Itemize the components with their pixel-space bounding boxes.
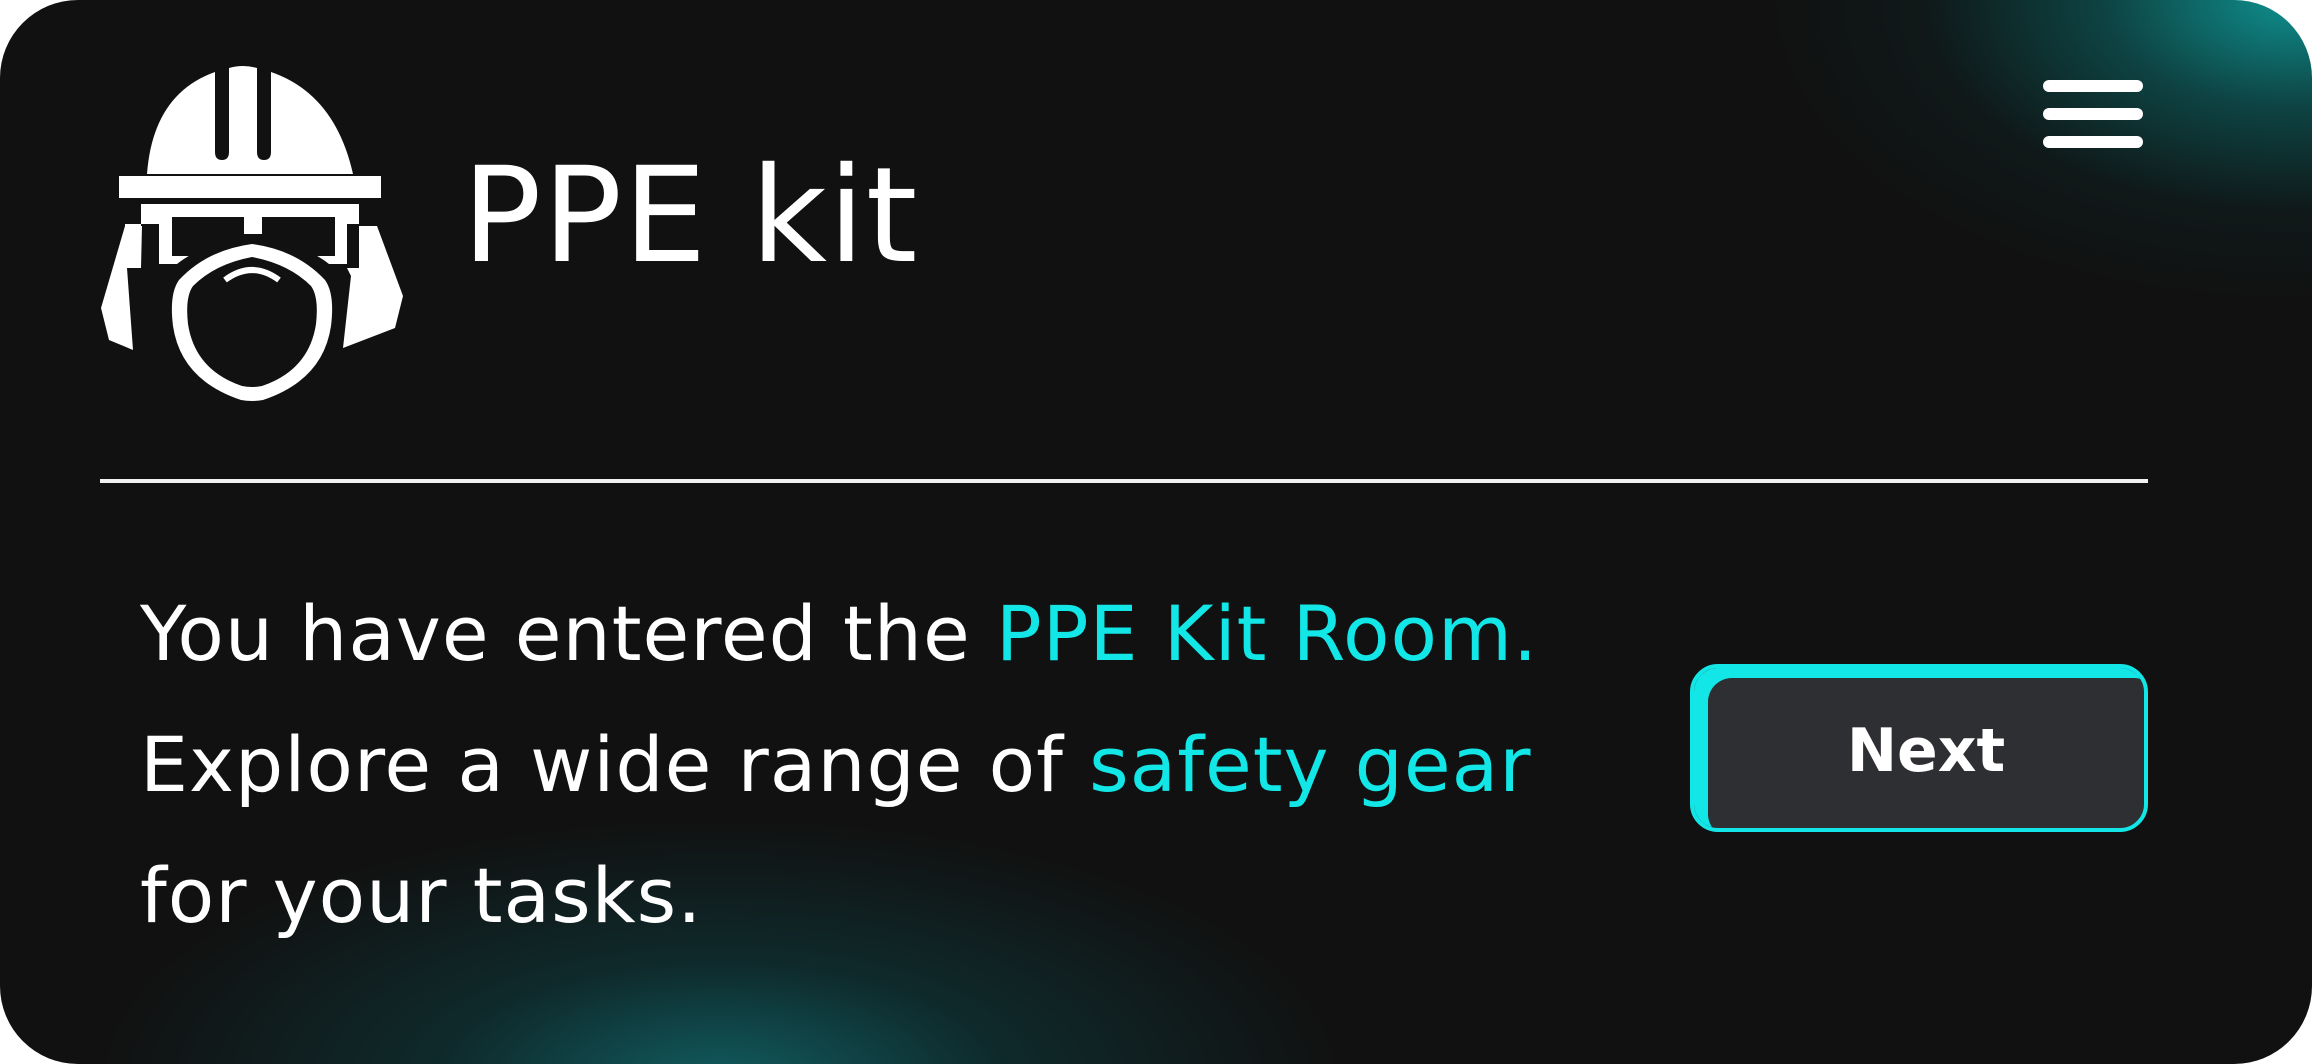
page-title: PPE kit bbox=[462, 139, 919, 293]
message-line-2: Explore a wide range of safety gear bbox=[140, 699, 1640, 830]
next-button[interactable]: Next bbox=[1690, 664, 2148, 832]
ppe-worker-icon bbox=[97, 64, 407, 404]
hamburger-menu-icon-bar bbox=[2043, 108, 2143, 120]
message-line-3: for your tasks. bbox=[140, 851, 703, 940]
ppe-kit-card: PPE kit You have entered the PPE Kit Roo… bbox=[0, 0, 2312, 1064]
message-text: You have entered the bbox=[140, 589, 996, 678]
message-highlight-room: PPE Kit Room. bbox=[995, 589, 1539, 678]
menu-button[interactable] bbox=[2038, 74, 2148, 154]
message-highlight-gear: safety gear bbox=[1089, 720, 1532, 809]
divider bbox=[100, 479, 2148, 483]
hamburger-menu-icon-bar bbox=[2043, 136, 2143, 148]
next-button-label: Next bbox=[1846, 716, 2006, 786]
message-line-1: You have entered the PPE Kit Room. bbox=[140, 568, 1640, 699]
message-text: Explore a wide range of bbox=[140, 720, 1090, 809]
hamburger-menu-icon bbox=[2043, 80, 2143, 92]
welcome-message: You have entered the PPE Kit Room. Explo… bbox=[140, 568, 1640, 961]
